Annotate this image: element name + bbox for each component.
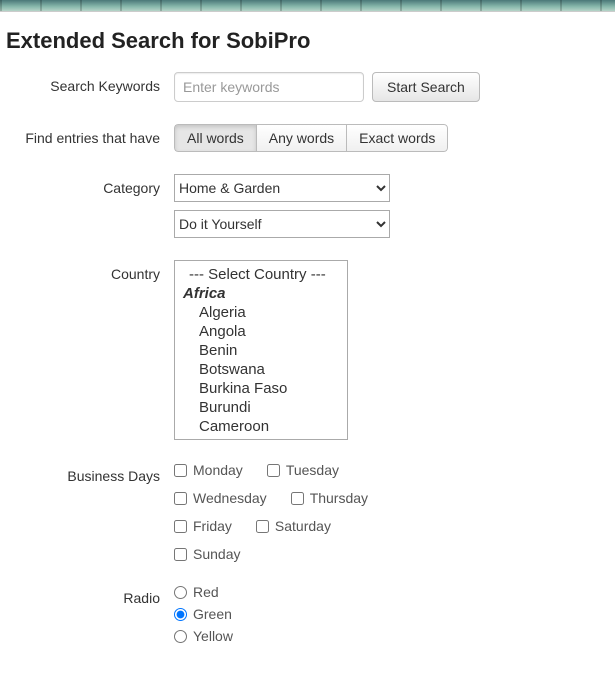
days-grid: Monday Tuesday Wednesday Thursday Friday… <box>174 462 378 562</box>
country-option[interactable]: Benin <box>175 341 347 360</box>
row-radio: Radio Red Green Yellow <box>6 584 609 644</box>
country-option[interactable]: Angola <box>175 322 347 341</box>
category-secondary-select[interactable]: Do it Yourself <box>174 210 390 238</box>
row-business-days: Business Days Monday Tuesday Wednesday T… <box>6 462 609 562</box>
label-thursday[interactable]: Thursday <box>310 490 368 506</box>
country-option[interactable]: Cameroon <box>175 417 347 436</box>
search-input[interactable] <box>174 72 364 102</box>
match-all-words[interactable]: All words <box>174 124 256 152</box>
label-category: Category <box>6 174 174 196</box>
start-search-button[interactable]: Start Search <box>372 72 480 102</box>
checkbox-wednesday[interactable] <box>174 492 187 505</box>
label-red[interactable]: Red <box>193 584 219 600</box>
radio-yellow[interactable] <box>174 630 187 643</box>
label-tuesday[interactable]: Tuesday <box>286 462 339 478</box>
radio-green[interactable] <box>174 608 187 621</box>
checkbox-tuesday[interactable] <box>267 464 280 477</box>
label-saturday[interactable]: Saturday <box>275 518 331 534</box>
label-radio: Radio <box>6 584 174 606</box>
radio-red[interactable] <box>174 586 187 599</box>
country-listbox[interactable]: --- Select Country --- Africa Algeria An… <box>174 260 348 440</box>
label-search-keywords: Search Keywords <box>6 72 174 94</box>
country-option[interactable]: Burundi <box>175 398 347 417</box>
checkbox-sunday[interactable] <box>174 548 187 561</box>
row-search-keywords: Search Keywords Start Search <box>6 72 609 102</box>
label-yellow[interactable]: Yellow <box>193 628 233 644</box>
form-container: Extended Search for SobiPro Search Keywo… <box>0 12 615 686</box>
country-option[interactable]: Cape Verde <box>175 436 347 440</box>
checkbox-monday[interactable] <box>174 464 187 477</box>
checkbox-thursday[interactable] <box>291 492 304 505</box>
label-sunday[interactable]: Sunday <box>193 546 240 562</box>
row-country: Country --- Select Country --- Africa Al… <box>6 260 609 440</box>
checkbox-friday[interactable] <box>174 520 187 533</box>
header-banner <box>0 0 615 12</box>
match-exact-words[interactable]: Exact words <box>346 124 448 152</box>
row-match-type: Find entries that have All words Any wor… <box>6 124 609 152</box>
category-primary-select[interactable]: Home & Garden <box>174 174 390 202</box>
country-option-placeholder[interactable]: --- Select Country --- <box>175 265 347 284</box>
country-option[interactable]: Algeria <box>175 303 347 322</box>
label-monday[interactable]: Monday <box>193 462 243 478</box>
label-match-type: Find entries that have <box>6 124 174 146</box>
page-title: Extended Search for SobiPro <box>6 28 609 54</box>
country-option[interactable]: Burkina Faso <box>175 379 347 398</box>
match-any-words[interactable]: Any words <box>256 124 346 152</box>
label-wednesday[interactable]: Wednesday <box>193 490 267 506</box>
country-option[interactable]: Botswana <box>175 360 347 379</box>
row-category: Category Home & Garden Do it Yourself <box>6 174 609 238</box>
label-country: Country <box>6 260 174 282</box>
label-business-days: Business Days <box>6 462 174 484</box>
country-group-africa[interactable]: Africa <box>175 284 347 303</box>
radio-group: Red Green Yellow <box>174 584 243 644</box>
match-type-group: All words Any words Exact words <box>174 124 448 152</box>
checkbox-saturday[interactable] <box>256 520 269 533</box>
label-friday[interactable]: Friday <box>193 518 232 534</box>
label-green[interactable]: Green <box>193 606 232 622</box>
